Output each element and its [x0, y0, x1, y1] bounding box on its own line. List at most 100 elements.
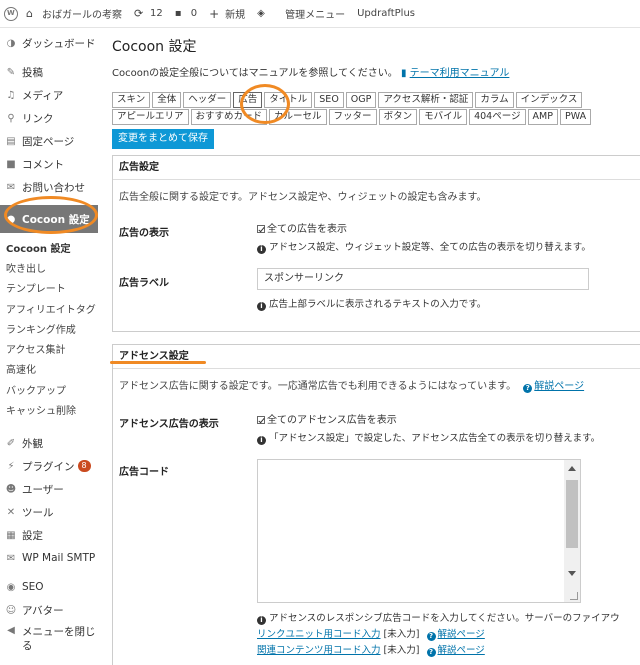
page-icon: ▤: [6, 136, 16, 147]
tab-tabs_row1-7[interactable]: アクセス解析・認証: [378, 92, 474, 108]
site-name-link[interactable]: ⌂ おばガールの考察: [26, 6, 122, 21]
sidebar-item-dashboard[interactable]: ◑ ダッシュボード: [0, 32, 98, 55]
save-all-button[interactable]: 変更をまとめて保存: [112, 129, 214, 149]
help-icon: ?: [426, 648, 436, 657]
theme-manual-link[interactable]: テーマ利用マニュアル: [410, 68, 510, 79]
manage-menu-link[interactable]: 管理メニュー: [285, 6, 345, 21]
sidebar-item-media[interactable]: ♫ メディア: [0, 84, 98, 107]
customizer-link[interactable]: ◈: [257, 8, 273, 20]
intro-text: Cocoonの設定全般についてはマニュアルを参照してください。 ▮ テーマ利用マ…: [112, 68, 510, 79]
admin-bar: ⌂ おばガールの考察 ⟳ 12 ▪ 0 + 新規 ◈ 管理メニュー Updraf…: [0, 0, 640, 28]
sidebar-item-posts[interactable]: ✎ 投稿: [0, 61, 98, 84]
tab-tabs_row1-1[interactable]: 全体: [152, 92, 182, 108]
tab-tabs_row2-3[interactable]: フッター: [328, 109, 377, 125]
show-all-adsense-checkbox[interactable]: 全てのアドセンス広告を表示: [257, 411, 600, 426]
plugin-update-badge: 8: [77, 460, 91, 473]
new-content-link[interactable]: + 新規: [209, 6, 245, 22]
sidebar-item-seo[interactable]: ◉ SEO: [0, 576, 98, 599]
collapse-icon: ◀: [7, 625, 15, 637]
sidebar-item-wp-mail-smtp[interactable]: ✉ WP Mail SMTP: [0, 547, 98, 570]
scrollbar-thumb[interactable]: [566, 480, 578, 548]
submenu-speech-balloon[interactable]: 吹き出し: [0, 257, 98, 277]
page-title: Cocoon 設定: [112, 39, 197, 55]
sidebar-item-plugins[interactable]: ⚡ プラグイン 8: [0, 455, 98, 478]
submenu-access-stats[interactable]: アクセス集計: [0, 338, 98, 358]
sidebar-collapse-menu[interactable]: ◀ メニューを閉じる: [0, 622, 98, 654]
submenu-ranking[interactable]: ランキング作成: [0, 318, 98, 338]
tab-tabs_row1-6[interactable]: OGP: [345, 92, 377, 108]
tab-row-1: スキン 全体 ヘッダー 広告 タイトル SEO OGP アクセス解析・認証 カラム インデックス: [112, 92, 640, 108]
section-title: アドセンス設定: [113, 345, 640, 369]
avatar-icon: ☺: [5, 604, 17, 616]
comment-icon: ■: [6, 159, 16, 170]
submenu-template[interactable]: テンプレート: [0, 278, 98, 298]
ad-code-textarea[interactable]: [257, 459, 581, 603]
user-icon: ☻: [5, 483, 17, 495]
wrench-icon: ✕: [6, 506, 16, 518]
tab-tabs_row1-5[interactable]: SEO: [314, 92, 344, 108]
sidebar-item-users[interactable]: ☻ ユーザー: [0, 478, 98, 501]
tab-tabs_row2-4[interactable]: ボタン: [378, 109, 418, 125]
sidebar-item-comments[interactable]: ■ コメント: [0, 153, 98, 176]
sidebar-item-pages[interactable]: ▤ 固定ページ: [0, 130, 98, 153]
tab-tabs_row1-8[interactable]: カラム: [475, 92, 514, 108]
tab-row-2: アピールエリア おすすめカード カルーセル フッター ボタン モバイル 404ページ AMP P…: [112, 109, 640, 125]
scroll-down-icon[interactable]: [568, 571, 576, 576]
submenu-cocoon-settings[interactable]: Cocoon 設定: [0, 237, 98, 257]
main-content: Cocoon 設定 Cocoonの設定全般についてはマニュアルを参照してください…: [98, 28, 640, 665]
sidebar-item-settings[interactable]: ▦ 設定: [0, 524, 98, 547]
info-icon: i: [257, 245, 266, 254]
tab-tabs_row1-2[interactable]: ヘッダー: [183, 92, 232, 108]
pin-icon: ✎: [6, 67, 16, 78]
tab-tabs_row2-7[interactable]: AMP: [527, 109, 558, 125]
annotation-circle-ad-tab: [240, 84, 290, 124]
tab-tabs_row2-0[interactable]: アピールエリア: [112, 109, 189, 125]
info-icon: i: [257, 302, 266, 311]
sidebar-item-links[interactable]: ⚲ リンク: [0, 107, 98, 130]
section-title: 広告設定: [113, 156, 640, 180]
tab-tabs_row1-0[interactable]: スキン: [112, 92, 151, 108]
adsense-settings-section: アドセンス設定 アドセンス広告に関する設定です。一応通常広告でも利用できるように…: [112, 344, 640, 665]
submenu-backup[interactable]: バックアップ: [0, 379, 98, 399]
adsense-help-link[interactable]: 解説ページ: [534, 381, 584, 392]
help-icon: ?: [523, 384, 533, 393]
sidebar-item-tools[interactable]: ✕ ツール: [0, 501, 98, 524]
tab-tabs_row1-9[interactable]: インデックス: [515, 92, 583, 108]
ad-display-label: 広告の表示: [119, 228, 169, 239]
adsense-display-label: アドセンス広告の表示: [119, 419, 219, 430]
scroll-up-icon[interactable]: [568, 466, 576, 471]
show-all-ads-checkbox[interactable]: 全ての広告を表示: [257, 220, 591, 235]
related-content-help-link[interactable]: 解説ページ: [438, 645, 485, 656]
mail-icon: ✉: [6, 182, 16, 193]
sidebar-item-avatar[interactable]: ☺ アバター: [0, 599, 98, 622]
settings-tabs: スキン 全体 ヘッダー 広告 タイトル SEO OGP アクセス解析・認証 カラム インデックス …: [112, 92, 640, 126]
sidebar-item-appearance[interactable]: ✐ 外観: [0, 432, 98, 455]
brush-icon: ✐: [6, 437, 16, 449]
submenu-affiliate-tag[interactable]: アフィリエイトタグ: [0, 298, 98, 318]
smtp-icon: ✉: [6, 552, 16, 564]
resize-grip-icon[interactable]: [570, 592, 578, 600]
updraftplus-link[interactable]: UpdraftPlus: [357, 8, 415, 19]
link-unit-help-link[interactable]: 解説ページ: [438, 629, 485, 640]
settings-icon: ▦: [6, 529, 16, 541]
wordpress-logo-icon[interactable]: [4, 6, 18, 21]
tab-tabs_row2-5[interactable]: モバイル: [419, 109, 468, 125]
tab-tabs_row2-6[interactable]: 404ページ: [469, 109, 526, 125]
info-icon: i: [257, 436, 266, 445]
updates-link[interactable]: ⟳ 12: [134, 6, 163, 20]
plus-icon: +: [209, 6, 220, 21]
submenu-cache-clear[interactable]: キャッシュ削除: [0, 399, 98, 419]
section-description: アドセンス広告に関する設定です。一応通常広告でも利用できるようにはなっています。…: [119, 381, 585, 393]
ad-label-input[interactable]: スポンサーリンク: [257, 268, 589, 290]
section-description: 広告全般に関する設定です。アドセンス設定や、ウィジェットの設定も含みます。: [119, 192, 487, 203]
link-unit-code-link[interactable]: リンクユニット用コード入力: [257, 629, 381, 640]
related-content-code-link[interactable]: 関連コンテンツ用コード入力: [257, 645, 381, 656]
ad-label-label: 広告ラベル: [119, 278, 169, 289]
comments-link[interactable]: ▪ 0: [175, 8, 197, 20]
tab-tabs_row2-8[interactable]: PWA: [559, 109, 592, 125]
submenu-speed-up[interactable]: 高速化: [0, 359, 98, 379]
comment-icon: ▪: [174, 7, 182, 19]
refresh-icon: ⟳: [134, 6, 144, 20]
textarea-scrollbar[interactable]: [564, 460, 580, 602]
gauge-icon: ◑: [6, 38, 16, 49]
